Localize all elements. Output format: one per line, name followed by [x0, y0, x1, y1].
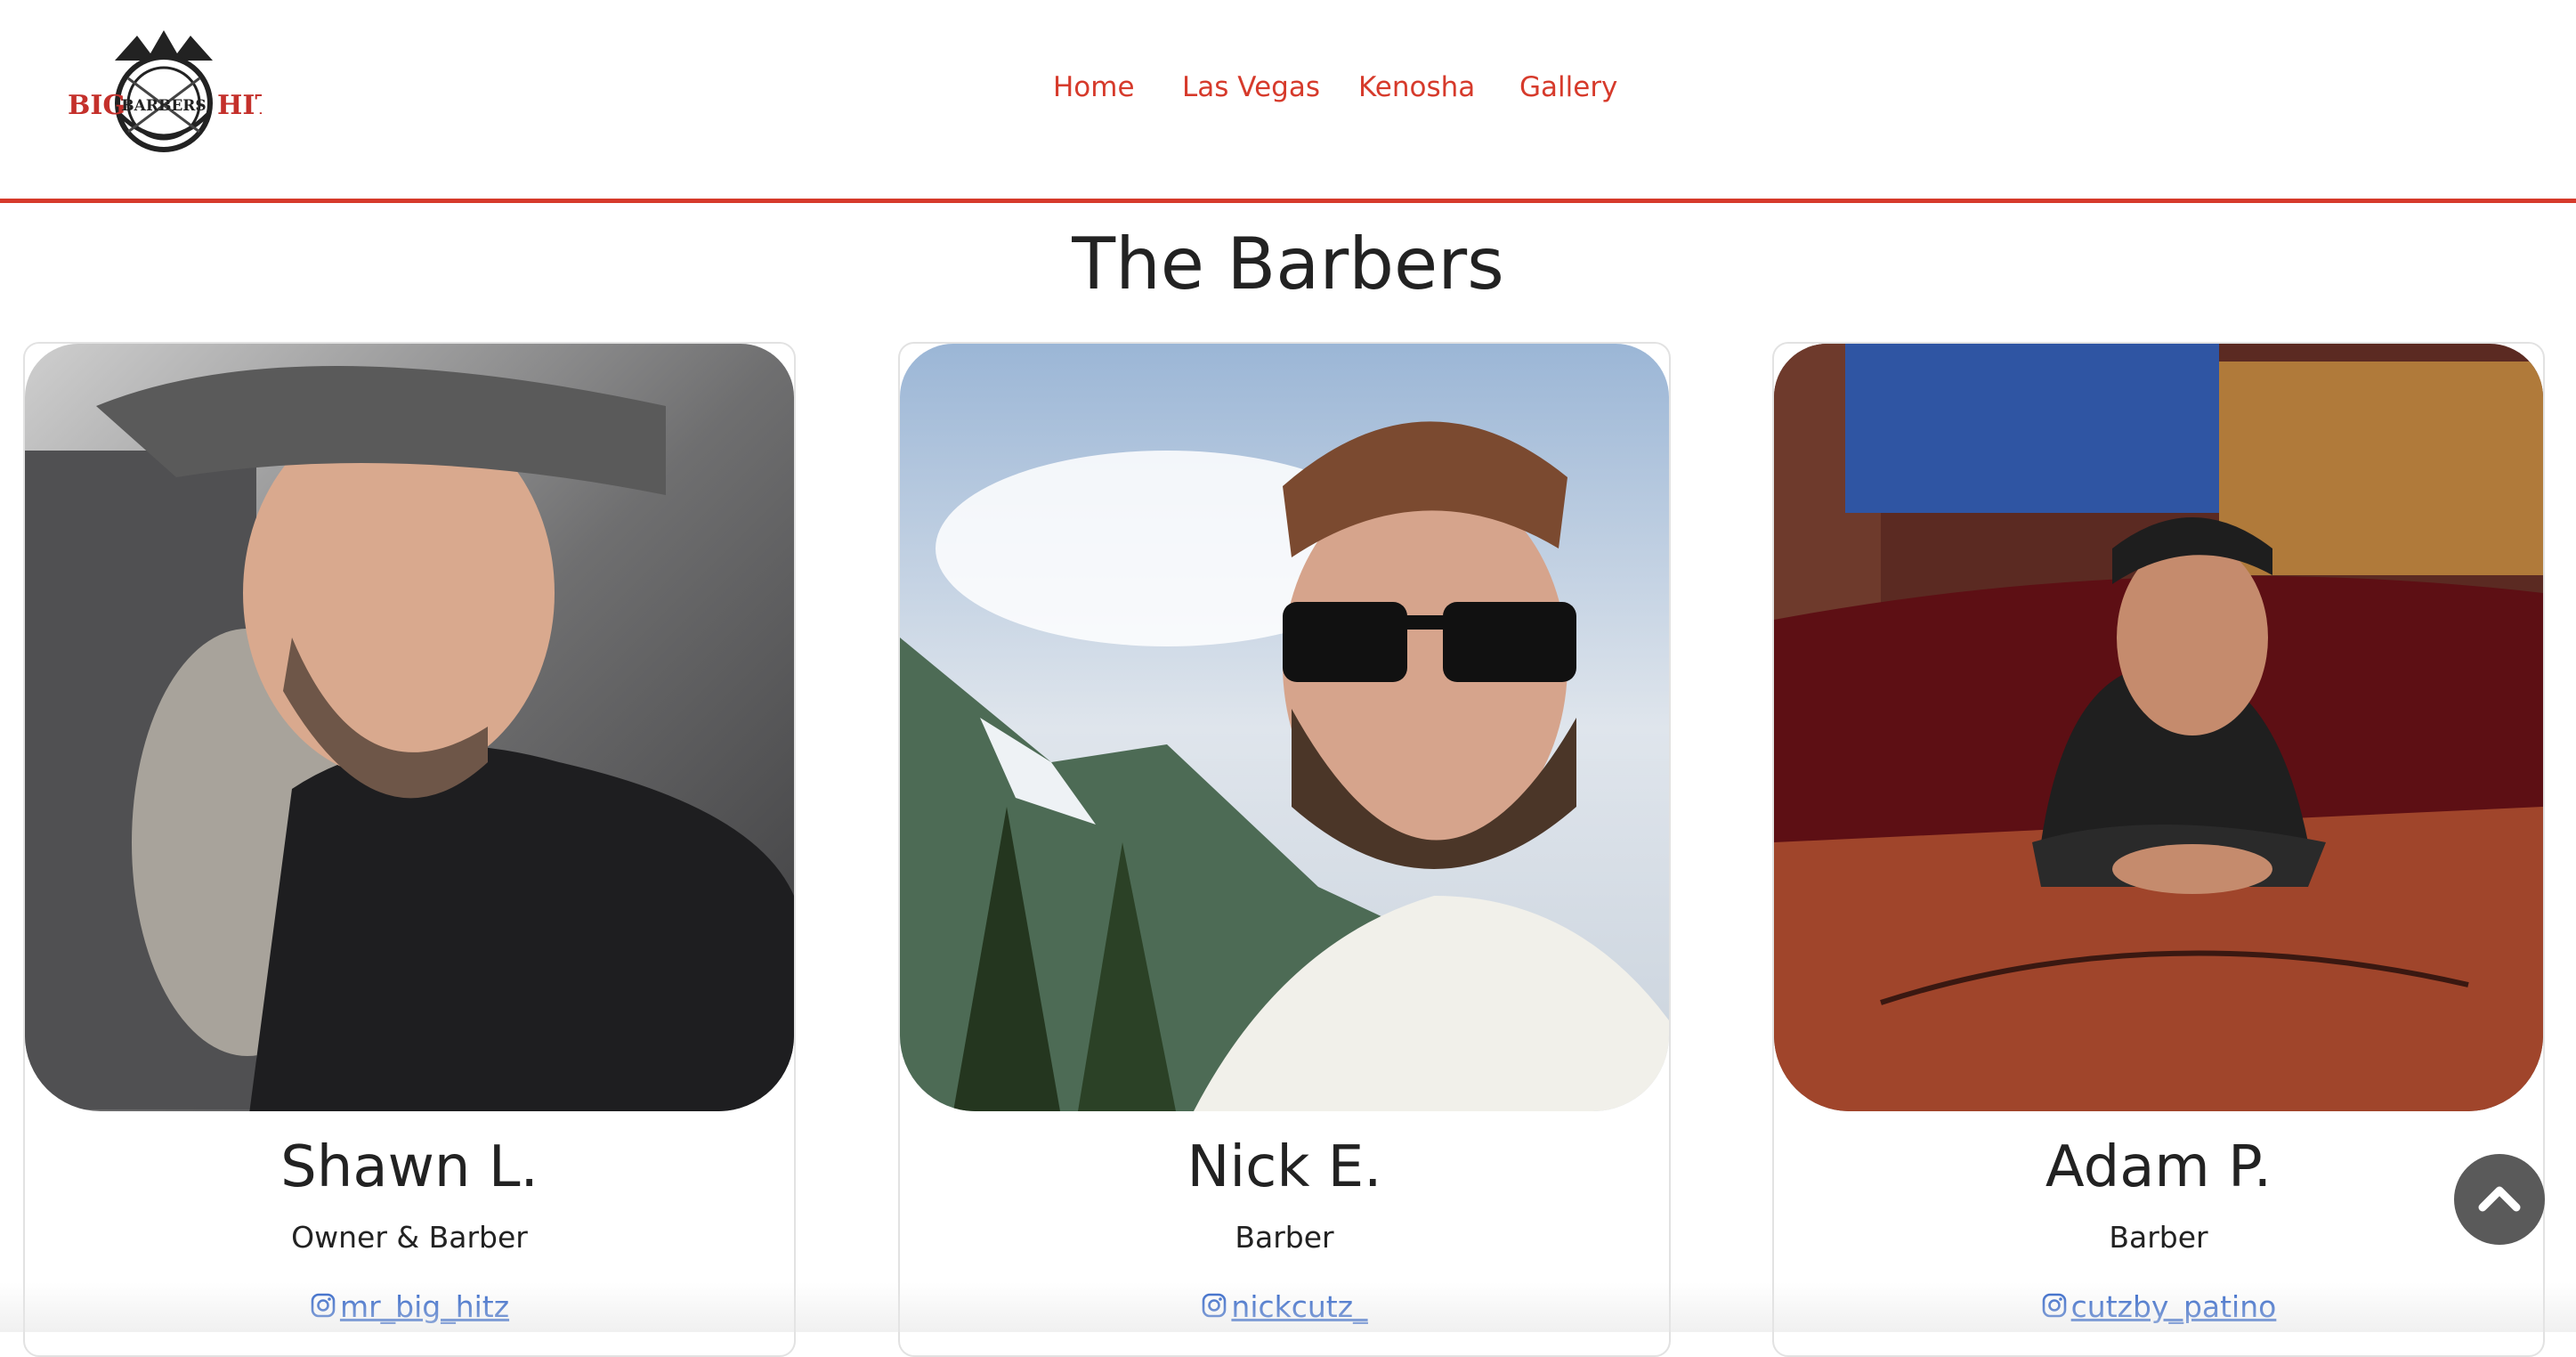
- barber-card: Nick E. Barber nickcutz_: [898, 342, 1671, 1357]
- instagram-link[interactable]: nickcutz_: [900, 1289, 1669, 1326]
- barber-photo: [25, 344, 794, 1111]
- instagram-handle: cutzby_patino: [2070, 1289, 2277, 1324]
- nav-las-vegas[interactable]: Las Vegas: [1182, 71, 1320, 103]
- barber-role: Barber: [1235, 1220, 1334, 1255]
- instagram-icon: [2041, 1291, 2068, 1326]
- site-header: BIG BARBERS HIT Home Las Vegas Kenosha G…: [0, 0, 2576, 203]
- page-title: The Barbers: [1072, 223, 1504, 305]
- barber-photo: [1774, 344, 2543, 1111]
- barber-name: Adam P.: [2045, 1134, 2272, 1200]
- instagram-handle: mr_big_hitz: [339, 1289, 510, 1324]
- instagram-link[interactable]: mr_big_hitz: [25, 1289, 794, 1326]
- instagram-handle: nickcutz_: [1231, 1289, 1368, 1324]
- barber-name: Shawn L.: [280, 1134, 539, 1200]
- instagram-link[interactable]: cutzby_patino: [1774, 1289, 2543, 1326]
- nav-gallery[interactable]: Gallery: [1519, 71, 1617, 103]
- barber-photo: [900, 344, 1669, 1111]
- nav-kenosha[interactable]: Kenosha: [1358, 71, 1475, 103]
- barber-role: Barber: [2109, 1220, 2208, 1255]
- barber-name: Nick E.: [1187, 1134, 1382, 1200]
- instagram-icon: [1201, 1291, 1227, 1326]
- barber-role: Owner & Barber: [291, 1220, 528, 1255]
- nav-home[interactable]: Home: [1053, 71, 1135, 103]
- barber-card: Shawn L. Owner & Barber mr_big_hitz: [23, 342, 796, 1357]
- instagram-icon: [310, 1291, 336, 1326]
- chevron-up-icon: [2478, 1186, 2521, 1212]
- scroll-to-top-button[interactable]: [2454, 1154, 2545, 1245]
- barber-card: Adam P. Barber cutzby_patino: [1772, 342, 2545, 1357]
- main-nav: Home Las Vegas Kenosha Gallery: [0, 71, 2576, 116]
